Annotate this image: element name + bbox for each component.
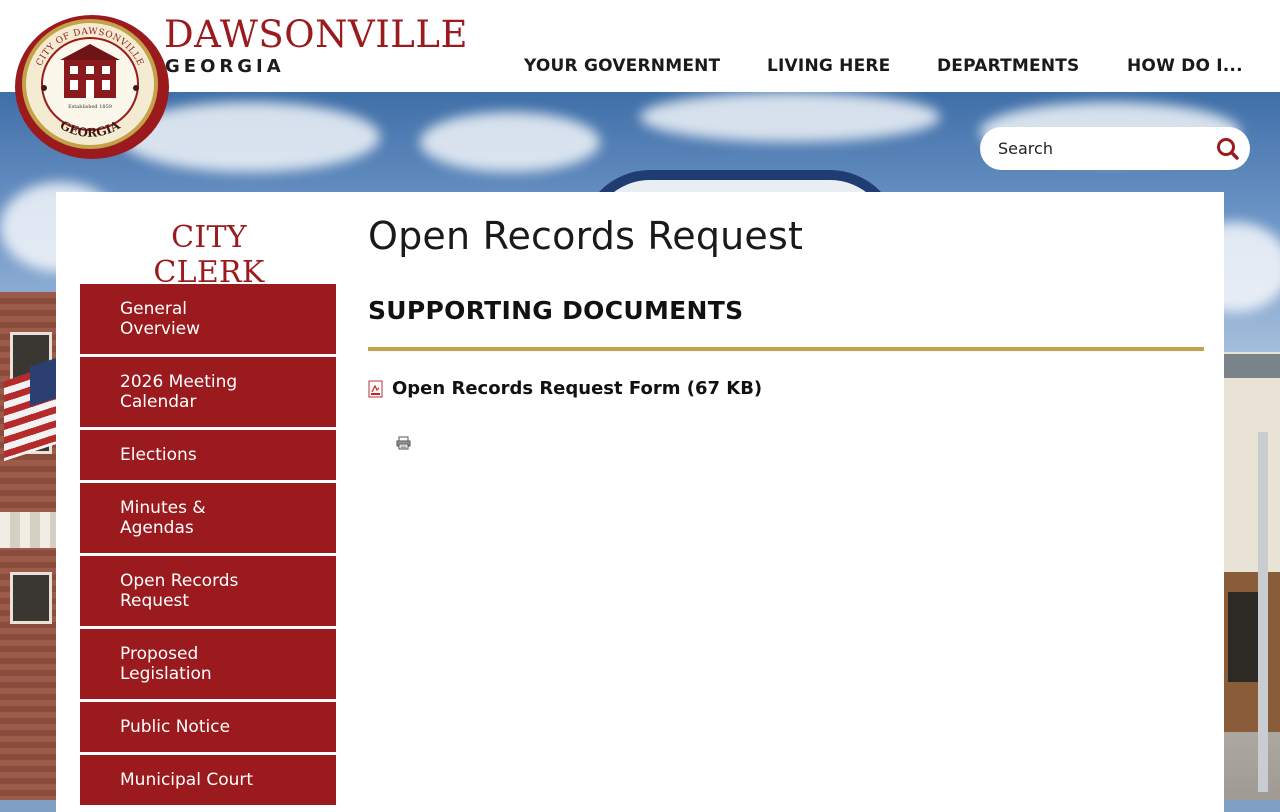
search-box <box>980 127 1250 170</box>
pdf-icon <box>368 380 383 397</box>
sidebar-item-2026-meeting-calendar[interactable]: 2026 Meeting Calendar <box>80 357 336 427</box>
site-state[interactable]: GEORGIA <box>165 56 285 77</box>
search-input[interactable] <box>998 137 1198 159</box>
city-seal-logo[interactable]: CITY OF DAWSONVILLE GEORGIA Established … <box>14 14 170 160</box>
section-divider <box>368 347 1204 351</box>
svg-text:Established 1859: Established 1859 <box>68 104 112 110</box>
sidebar-item-label: Public Notice <box>120 717 231 737</box>
sidebar-item-general-overview[interactable]: General Overview <box>80 284 336 354</box>
sidebar-item-label: Elections <box>120 445 197 465</box>
nav-item-departments[interactable]: DEPARTMENTS <box>937 56 1080 76</box>
page-title: Open Records Request <box>368 214 804 258</box>
section-heading: SUPPORTING DOCUMENTS <box>368 296 744 325</box>
nav-item-how-do-i[interactable]: HOW DO I... <box>1127 56 1243 76</box>
site-name[interactable]: DAWSONVILLE <box>164 14 468 56</box>
sidebar-item-public-notice[interactable]: Public Notice <box>80 702 336 752</box>
sidebar-item-label: Minutes & Agendas <box>120 498 206 538</box>
sidebar-item-municipal-court[interactable]: Municipal Court <box>80 755 336 805</box>
sidebar-item-minutes-agendas[interactable]: Minutes & Agendas <box>80 483 336 553</box>
document-link[interactable]: Open Records Request Form (67 KB) <box>368 378 762 399</box>
sidebar-item-label: Open Records Request <box>120 571 239 611</box>
print-icon[interactable] <box>396 436 411 450</box>
site-header: DAWSONVILLE GEORGIA YOUR GOVERNMENT LIVI… <box>0 0 1280 92</box>
sidebar-title: CITY CLERK <box>153 220 265 290</box>
document-link-label: Open Records Request Form (67 KB) <box>392 378 763 399</box>
sidebar-item-label: 2026 Meeting Calendar <box>120 372 238 412</box>
sidebar-item-label: Municipal Court <box>120 770 254 790</box>
content-panel: CITY CLERK General Overview 2026 Meeting… <box>56 192 1224 812</box>
sidebar-item-proposed-legislation[interactable]: Proposed Legislation <box>80 629 336 699</box>
nav-item-your-government[interactable]: YOUR GOVERNMENT <box>524 56 720 76</box>
search-icon[interactable] <box>1214 135 1242 163</box>
nav-item-living-here[interactable]: LIVING HERE <box>767 56 890 76</box>
sidebar-item-label: General Overview <box>120 299 201 339</box>
sidebar-item-label: Proposed Legislation <box>120 644 212 684</box>
sidebar-item-elections[interactable]: Elections <box>80 430 336 480</box>
sidebar-item-open-records-request[interactable]: Open Records Request <box>80 556 336 626</box>
